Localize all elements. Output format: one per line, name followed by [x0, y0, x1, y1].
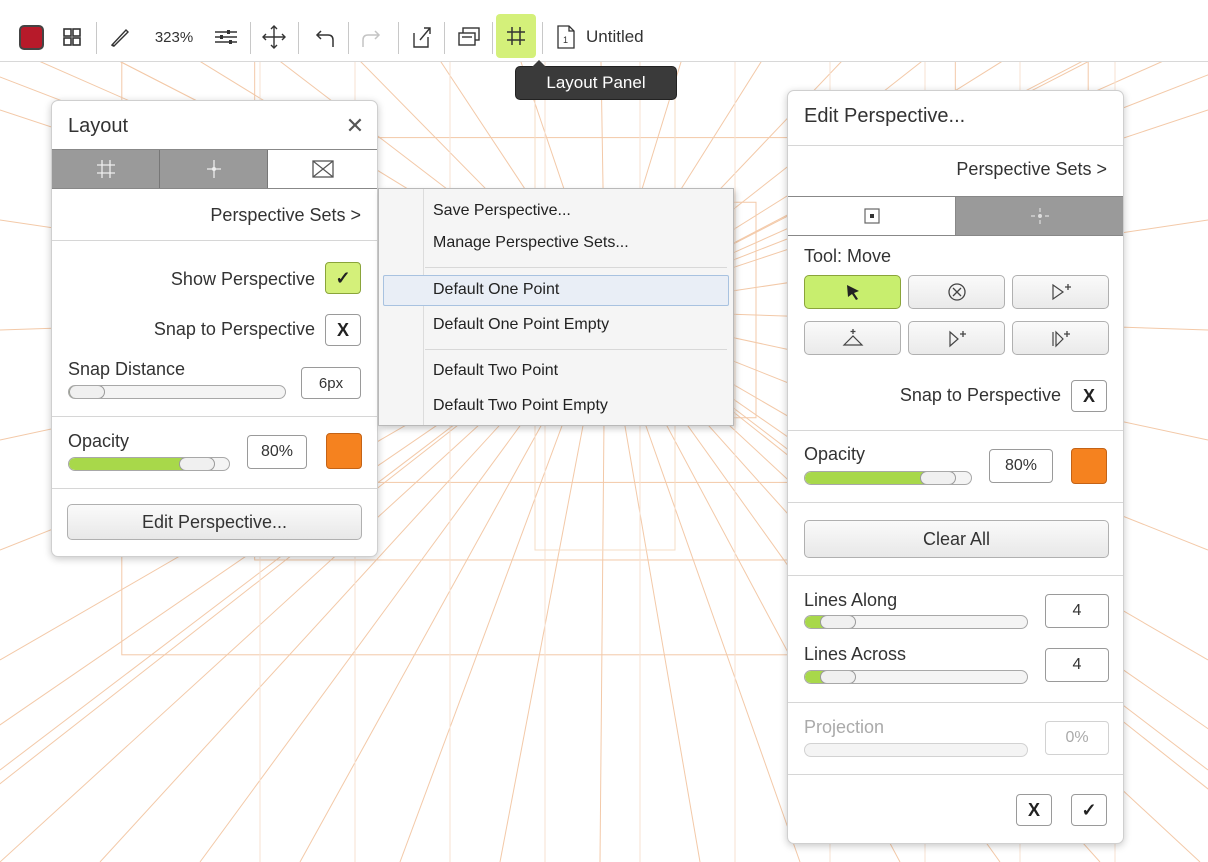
- menu-item-default-two-point-empty[interactable]: Default Two Point Empty: [433, 397, 608, 415]
- edit-tabs: [788, 196, 1123, 236]
- gallery-icon: [63, 28, 81, 46]
- snap-to-perspective-checkbox[interactable]: X: [1071, 380, 1107, 412]
- transform-icon: [262, 25, 286, 49]
- add-point-icon: [948, 330, 966, 348]
- perspective-sets-link[interactable]: Perspective Sets >: [956, 159, 1107, 180]
- layout-panel-tooltip: Layout Panel: [515, 60, 677, 100]
- opacity-label: Opacity: [68, 431, 130, 451]
- remove-circle-icon: [947, 283, 966, 301]
- points-tab[interactable]: [788, 197, 956, 235]
- menu-item-default-two-point[interactable]: Default Two Point: [433, 362, 558, 380]
- layout-tabs: [52, 149, 377, 189]
- menu-item-save-perspective[interactable]: Save Perspective...: [433, 202, 571, 220]
- edit-perspective-title: Edit Perspective...: [804, 105, 966, 127]
- close-icon[interactable]: ✕: [342, 113, 368, 139]
- grid-icon: [96, 160, 115, 178]
- share-button[interactable]: [404, 18, 440, 56]
- redo-button[interactable]: [352, 18, 392, 56]
- edit-perspective-panel: Edit Perspective... Perspective Sets > T…: [787, 90, 1124, 844]
- snap-distance-value[interactable]: 6px: [301, 367, 361, 399]
- snap-to-perspective-checkbox[interactable]: X: [325, 314, 361, 346]
- cancel-button[interactable]: X: [1016, 794, 1052, 826]
- show-perspective-checkbox[interactable]: ✓: [325, 262, 361, 294]
- add-vanishing-point-tool[interactable]: [1012, 275, 1109, 309]
- share-icon: [413, 27, 431, 48]
- adjust-icon: [215, 30, 237, 44]
- menu-item-default-one-point[interactable]: Default One Point: [433, 281, 559, 299]
- main-toolbar: 323% 1 Untitled: [0, 0, 1208, 62]
- projection-value: 0%: [1045, 721, 1109, 755]
- projection-label: Projection: [804, 717, 885, 737]
- layout-panel-title: Layout: [68, 115, 129, 137]
- lines-along-value[interactable]: 4: [1045, 594, 1109, 628]
- add-parallel-point-tool[interactable]: [1012, 321, 1109, 355]
- lines-across-label: Lines Across: [804, 644, 907, 664]
- undo-icon: [315, 30, 334, 47]
- add-horizon-tool[interactable]: [804, 321, 901, 355]
- lines-across-slider[interactable]: [804, 670, 1028, 684]
- snap-to-perspective-label: Snap to Perspective: [899, 385, 1061, 405]
- projection-slider: [804, 743, 1028, 757]
- grid-icon: [507, 27, 525, 45]
- opacity-value[interactable]: 80%: [989, 449, 1053, 483]
- perspective-icon: [311, 160, 334, 178]
- symmetry-tab[interactable]: [160, 150, 268, 188]
- lines-across-value[interactable]: 4: [1045, 648, 1109, 682]
- layers-button[interactable]: [450, 18, 488, 56]
- move-point-icon: [1030, 208, 1049, 224]
- perspective-sets-link[interactable]: Perspective Sets >: [210, 205, 361, 226]
- tool-label: Tool: Move: [804, 246, 892, 266]
- move-tool[interactable]: [804, 275, 901, 309]
- add-horizon-icon: [842, 329, 863, 346]
- show-perspective-label: Show Perspective: [170, 269, 315, 289]
- lines-along-slider[interactable]: [804, 615, 1028, 629]
- brush-icon: [110, 28, 129, 47]
- opacity-slider[interactable]: [804, 471, 972, 485]
- redo-icon: [362, 30, 381, 47]
- layout-panel: Layout ✕ Perspective Sets > Show Perspec…: [51, 100, 378, 557]
- document-icon: 1: [557, 25, 575, 49]
- lines-tab[interactable]: [956, 197, 1123, 235]
- add-vanishing-point-icon: [1051, 283, 1071, 301]
- gallery-button[interactable]: [54, 18, 90, 56]
- document-title[interactable]: Untitled: [586, 18, 676, 56]
- symmetry-icon: [206, 160, 221, 178]
- menu-item-default-one-point-empty[interactable]: Default One Point Empty: [433, 316, 609, 334]
- perspective-color-swatch[interactable]: [1071, 448, 1107, 484]
- layout-panel-button[interactable]: [496, 14, 536, 58]
- delete-tool[interactable]: [908, 275, 1005, 309]
- transform-button[interactable]: [256, 18, 292, 56]
- perspective-color-swatch[interactable]: [326, 433, 362, 469]
- lines-along-label: Lines Along: [804, 590, 898, 610]
- cursor-arrow-icon: [846, 285, 859, 300]
- add-parallel-point-icon: [1051, 330, 1070, 348]
- brush-button[interactable]: [102, 18, 138, 56]
- snap-distance-slider[interactable]: [68, 385, 286, 399]
- grid-tab[interactable]: [52, 150, 160, 188]
- document-button[interactable]: 1: [548, 18, 584, 56]
- perspective-sets-menu: Save Perspective... Manage Perspective S…: [378, 188, 734, 426]
- snap-distance-label: Snap Distance: [68, 359, 186, 379]
- vanishing-point-icon: [863, 208, 880, 224]
- edit-perspective-button[interactable]: Edit Perspective...: [67, 504, 362, 540]
- opacity-label: Opacity: [804, 444, 866, 464]
- adjust-button[interactable]: [208, 18, 244, 56]
- color-swatch-button[interactable]: [10, 18, 52, 56]
- svg-text:1: 1: [563, 35, 568, 45]
- confirm-button[interactable]: ✓: [1071, 794, 1107, 826]
- color-swatch: [18, 24, 44, 50]
- menu-item-manage-perspective-sets[interactable]: Manage Perspective Sets...: [433, 234, 629, 252]
- clear-all-button[interactable]: Clear All: [804, 520, 1109, 558]
- add-point-tool[interactable]: [908, 321, 1005, 355]
- snap-to-perspective-label: Snap to Perspective: [153, 319, 315, 339]
- perspective-tab[interactable]: [268, 150, 377, 188]
- undo-button[interactable]: [304, 18, 344, 56]
- opacity-value[interactable]: 80%: [247, 435, 307, 469]
- layers-icon: [458, 27, 480, 46]
- zoom-label[interactable]: 323%: [144, 18, 204, 56]
- opacity-slider[interactable]: [68, 457, 230, 471]
